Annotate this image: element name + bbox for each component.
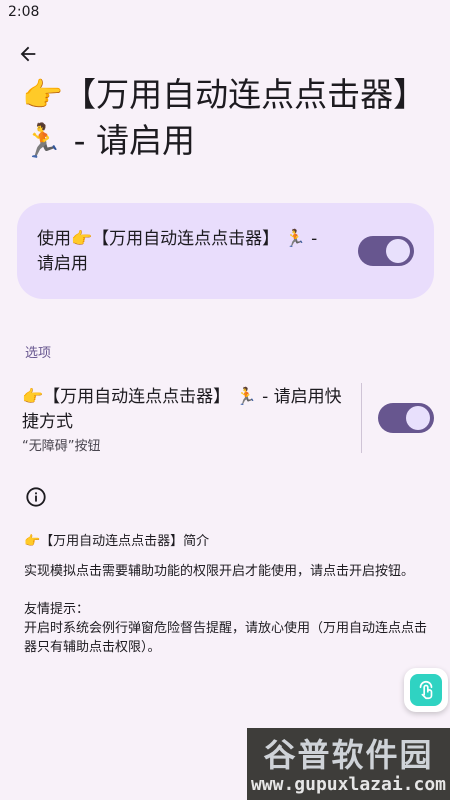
accessibility-touch-icon: [410, 674, 442, 706]
option-divider: [361, 383, 362, 453]
switch-thumb: [386, 239, 410, 263]
accessibility-fab[interactable]: [404, 668, 448, 712]
main-switch-card[interactable]: 使用👉【万用自动连点点击器】 🏃 - 请启用: [17, 203, 434, 299]
intro-body: 实现模拟点击需要辅助功能的权限开启才能使用，请点击开启按钮。 友情提示： 开启时…: [24, 564, 428, 655]
shortcut-option-row[interactable]: 👉【万用自动连点点击器】 🏃 - 请启用快捷方式 “无障碍”按钮: [0, 380, 450, 460]
page-title: 👉【万用自动连点点击器】 🏃 - 请启用: [22, 75, 427, 160]
status-time: 2:08: [8, 4, 40, 20]
back-button[interactable]: [14, 40, 42, 68]
shortcut-option-subtitle: “无障碍”按钮: [22, 439, 101, 454]
switch-thumb: [406, 406, 430, 430]
shortcut-toggle-switch[interactable]: [378, 403, 434, 433]
info-icon: [25, 486, 47, 508]
shortcut-option-title: 👉【万用自动连点点击器】 🏃 - 请启用快捷方式: [22, 387, 342, 432]
watermark-logo: 谷普软件园 www.gupuxlazai.com: [247, 728, 450, 800]
status-bar: 2:08: [0, 0, 450, 24]
watermark-title: 谷普软件园: [263, 736, 434, 774]
main-switch-label: 使用👉【万用自动连点点击器】 🏃 - 请启用: [37, 229, 318, 274]
watermark-url: www.gupuxlazai.com: [250, 774, 447, 795]
intro-title: 👉【万用自动连点点击器】简介: [24, 534, 210, 549]
arrow-left-icon: [20, 46, 36, 62]
section-label-options: 选项: [25, 346, 52, 361]
main-toggle-switch[interactable]: [358, 236, 414, 266]
